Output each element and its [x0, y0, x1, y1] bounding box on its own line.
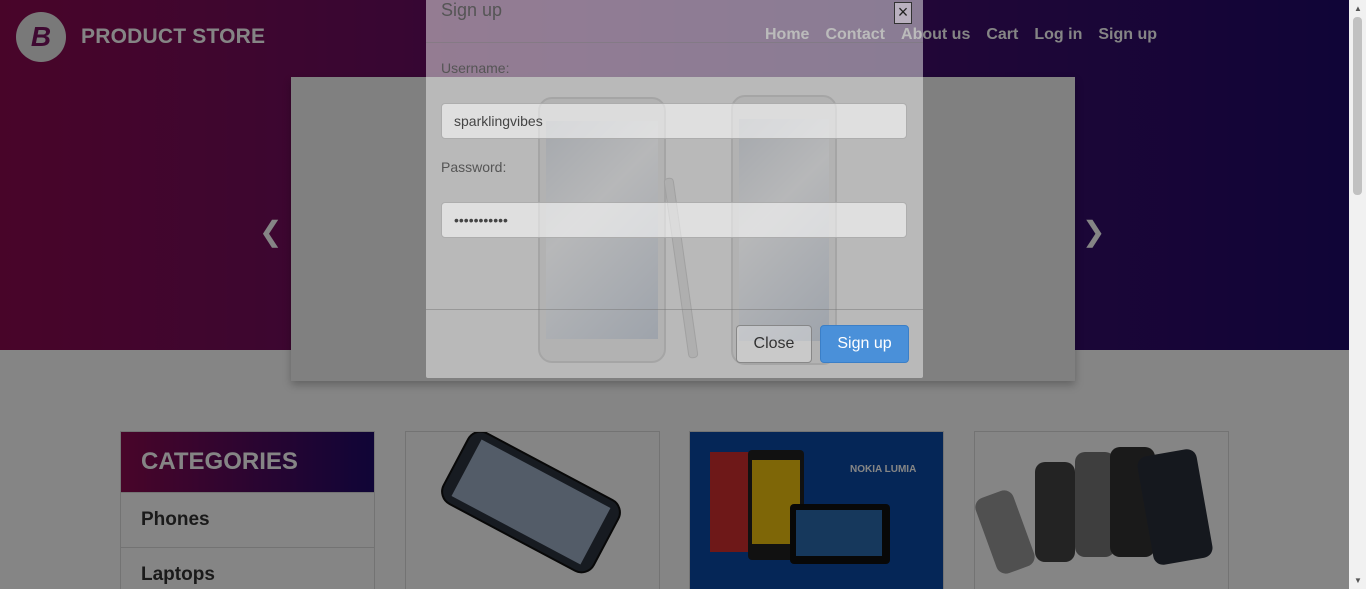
username-input[interactable] — [441, 103, 907, 139]
scrollbar[interactable]: ▲ ▼ — [1349, 0, 1366, 589]
signup-button[interactable]: Sign up — [820, 325, 909, 363]
close-button[interactable]: Close — [736, 325, 812, 363]
scroll-up-icon[interactable]: ▲ — [1354, 4, 1362, 13]
username-label: Username: — [441, 60, 510, 76]
close-icon[interactable]: × — [894, 2, 912, 24]
scroll-down-icon[interactable]: ▼ — [1354, 576, 1362, 585]
modal-title: Sign up — [441, 0, 503, 20]
divider — [426, 309, 923, 310]
divider — [426, 42, 923, 43]
password-input[interactable] — [441, 202, 907, 238]
scrollbar-thumb[interactable] — [1353, 17, 1362, 195]
signup-modal: Sign up × Username: Password: Close Sign… — [426, 0, 923, 378]
password-label: Password: — [441, 159, 507, 175]
